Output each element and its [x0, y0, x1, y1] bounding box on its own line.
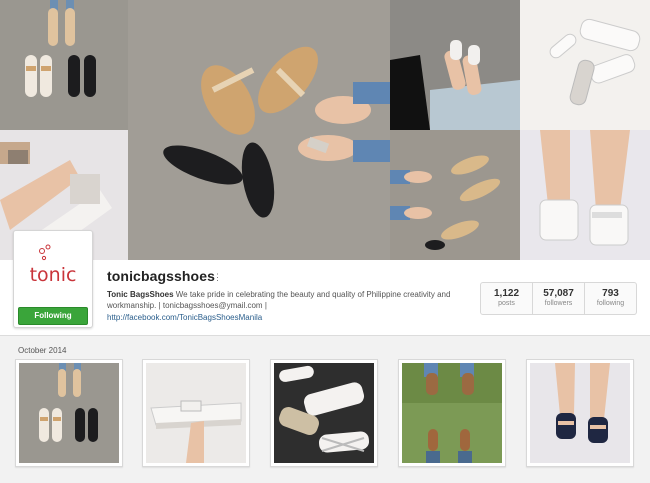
- post-3-image: [274, 363, 374, 463]
- stat-posts-label: posts: [498, 300, 515, 307]
- legs-bag-photo-image: [390, 0, 520, 130]
- tonic-logo-icon: tonic: [30, 244, 77, 286]
- bio-name: Tonic BagsShoes: [107, 290, 174, 299]
- white-sandals-photo-image: [520, 0, 650, 130]
- feed-post-4[interactable]: [398, 359, 506, 467]
- stat-posts-value: 1,122: [493, 288, 520, 299]
- platform-sandals-photo-image: [520, 130, 650, 260]
- profile-avatar-card: tonic Following: [13, 230, 93, 328]
- post-1-image: [19, 363, 119, 463]
- profile-username: tonicbagsshoes: [107, 268, 215, 284]
- stat-followers-label: followers: [544, 300, 573, 307]
- stat-following[interactable]: 793 following: [585, 283, 636, 314]
- stat-following-value: 793: [602, 288, 619, 299]
- profile-bio: Tonic BagsShoes We take pride in celebra…: [107, 289, 467, 311]
- gold-sandals-legs-photo-image: [390, 130, 520, 260]
- website-link[interactable]: http://facebook.com/TonicBagsShoesManila: [107, 313, 262, 322]
- feed-post-3[interactable]: [270, 359, 378, 467]
- month-label: October 2014: [18, 346, 67, 355]
- gold-black-sandals-photo-image: [128, 0, 390, 260]
- stat-following-label: following: [596, 300, 625, 307]
- logo-text: tonic: [30, 264, 77, 286]
- cover-collage: [0, 0, 650, 260]
- avatar[interactable]: tonic: [18, 235, 88, 305]
- feed-post-5[interactable]: [526, 359, 634, 467]
- following-button[interactable]: Following: [18, 307, 88, 325]
- stat-followers-value: 57,087: [543, 288, 574, 299]
- cover-photo-1[interactable]: [0, 0, 128, 130]
- post-5-image: [530, 363, 630, 463]
- cover-photo-4[interactable]: [390, 0, 520, 130]
- cover-photo-3[interactable]: [128, 0, 390, 260]
- post-2-image: [146, 363, 246, 463]
- profile-stats: 1,122 posts 57,087 followers 793 followi…: [480, 282, 637, 315]
- feed-post-1[interactable]: [15, 359, 123, 467]
- cover-photo-7[interactable]: [520, 130, 650, 260]
- cover-photo-5[interactable]: [390, 130, 520, 260]
- stat-posts[interactable]: 1,122 posts: [481, 283, 533, 314]
- sandals-photo-image: [0, 0, 128, 130]
- more-dots-icon[interactable]: ⋮: [213, 273, 222, 282]
- stat-followers[interactable]: 57,087 followers: [533, 283, 585, 314]
- cover-photo-6[interactable]: [520, 0, 650, 130]
- feed-post-2[interactable]: [142, 359, 250, 467]
- post-4-image: [402, 363, 502, 463]
